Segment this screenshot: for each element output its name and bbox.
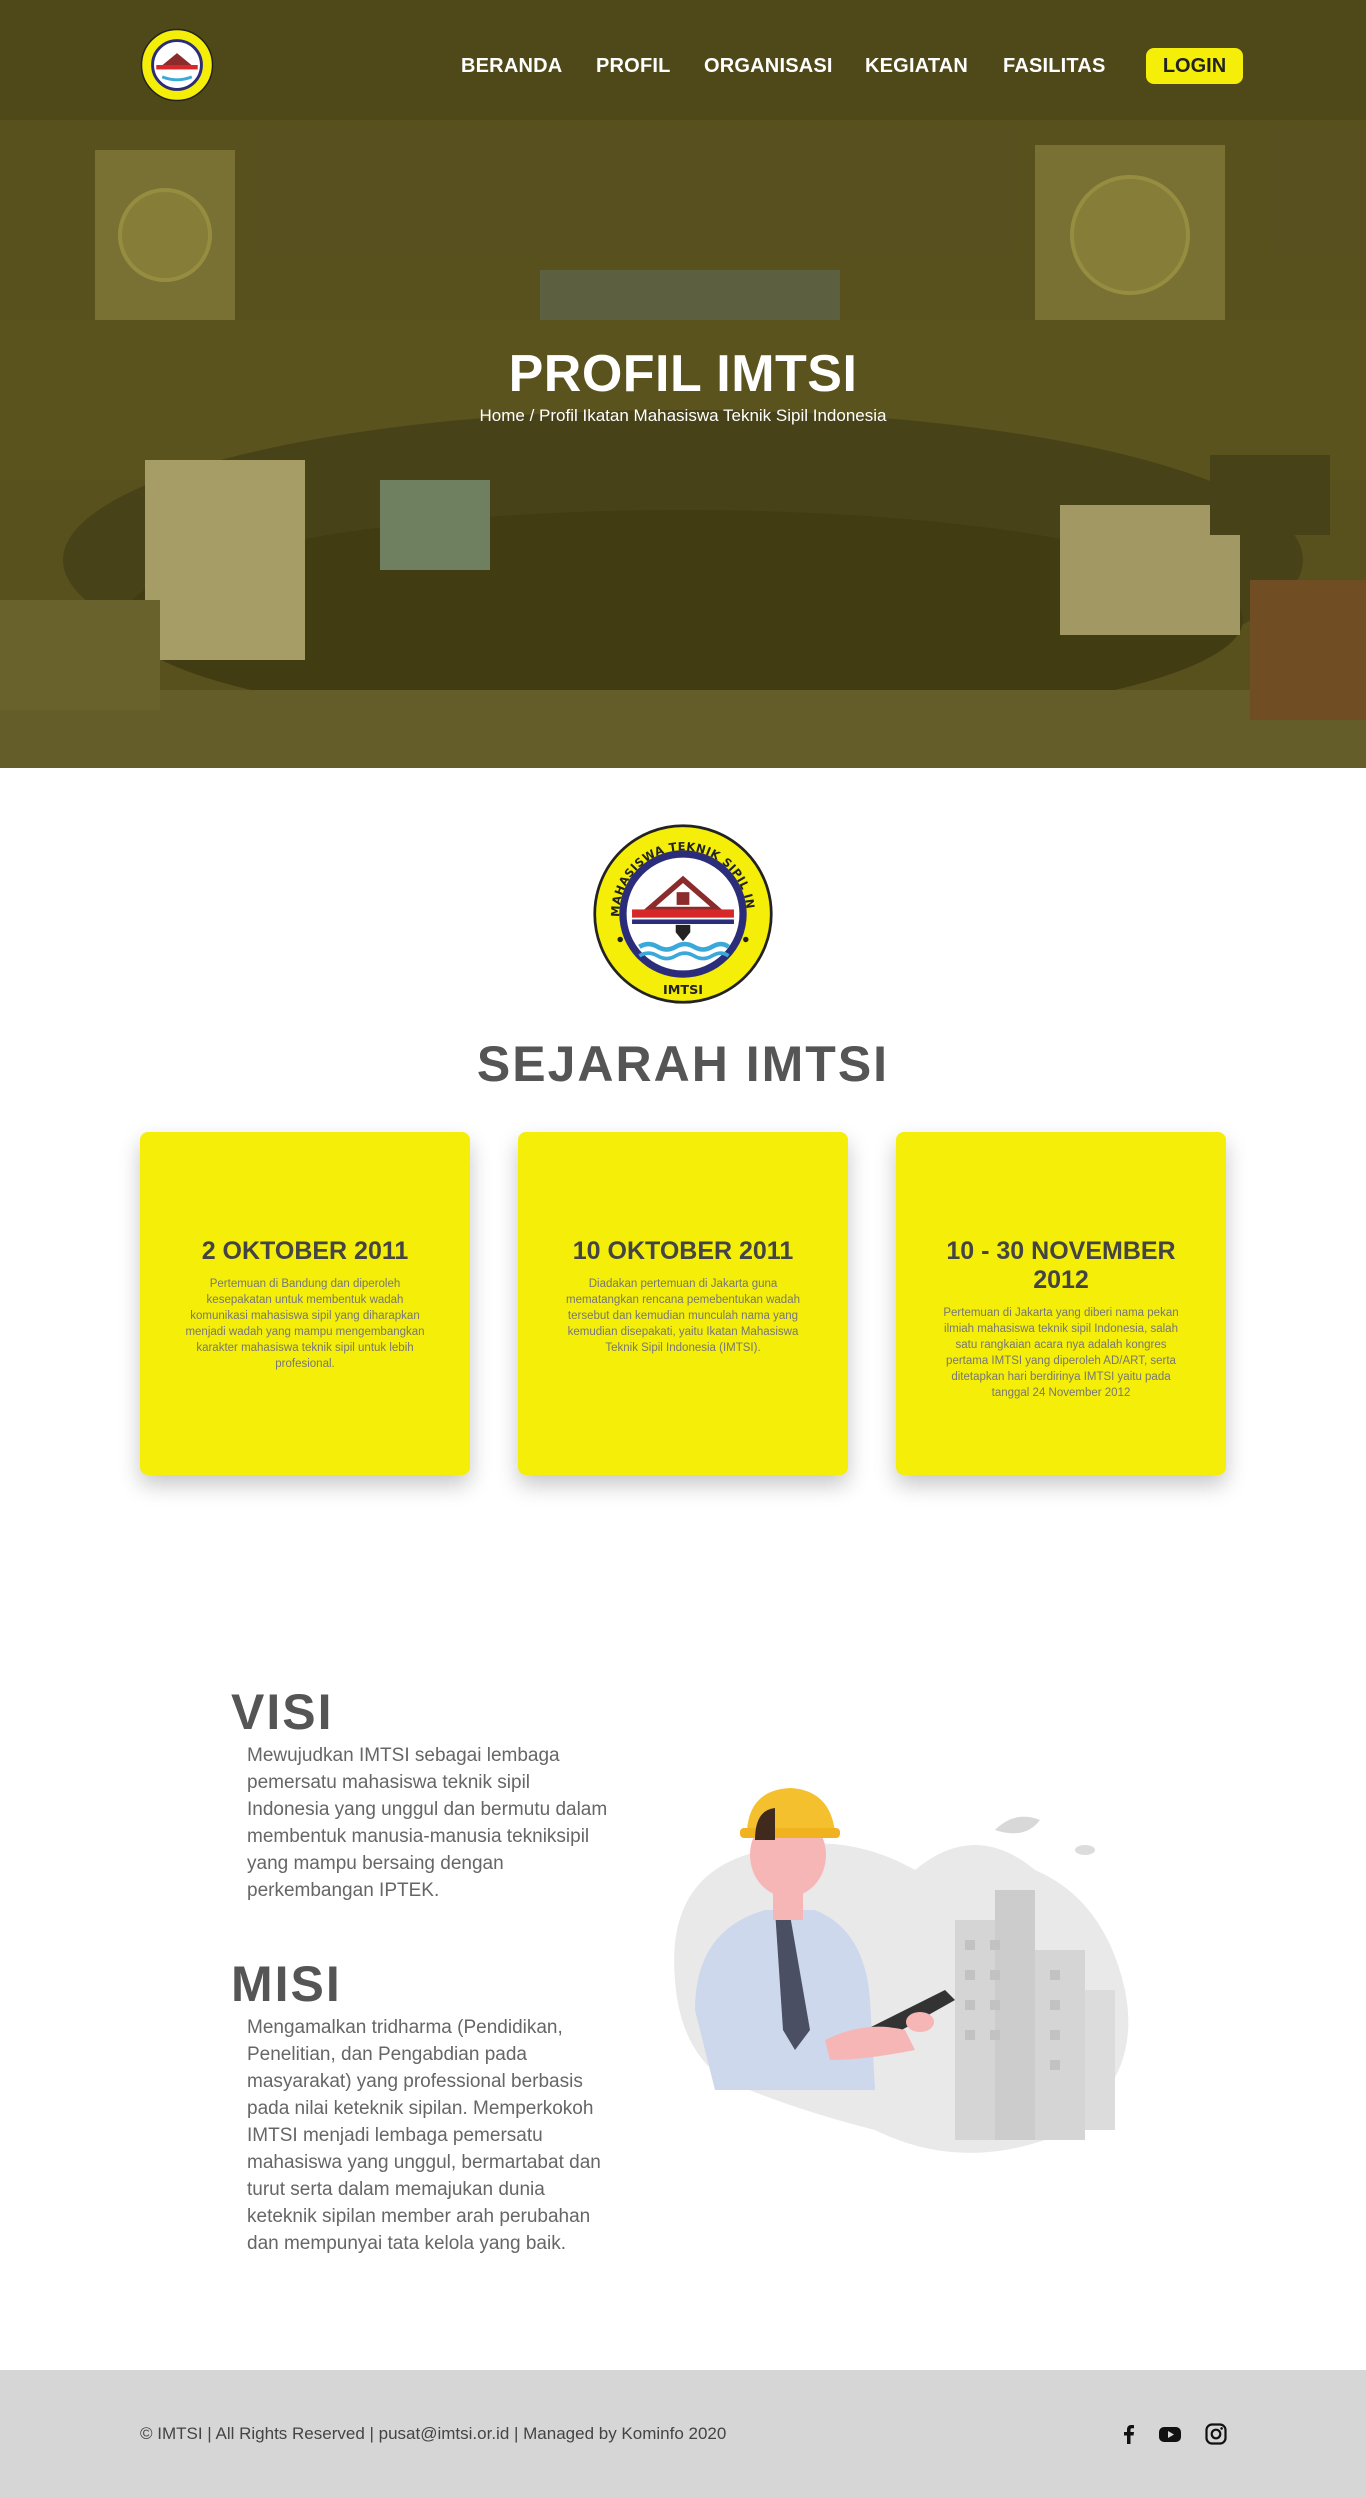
nav-organisasi[interactable]: ORGANISASI bbox=[704, 55, 833, 78]
visi-title: VISI bbox=[231, 1684, 334, 1740]
footer-copyright: © IMTSI | All Rights Reserved | pusat@im… bbox=[140, 2424, 727, 2443]
nav-profil[interactable]: PROFIL bbox=[596, 55, 671, 78]
instagram-icon[interactable] bbox=[1204, 2422, 1228, 2446]
facebook-icon[interactable] bbox=[1117, 2422, 1141, 2446]
sejarah-card: 2 OKTOBER 2011 Pertemuan di Bandung dan … bbox=[140, 1132, 470, 1475]
engineer-illustration bbox=[674, 1788, 1129, 2153]
breadcrumb[interactable]: Home / Profil Ikatan Mahasiswa Teknik Si… bbox=[0, 406, 1366, 426]
nav-kegiatan[interactable]: KEGIATAN bbox=[865, 55, 968, 78]
login-button[interactable]: LOGIN bbox=[1146, 48, 1243, 84]
footer: © IMTSI | All Rights Reserved | pusat@im… bbox=[0, 2370, 1366, 2498]
imtsi-logo[interactable] bbox=[140, 28, 214, 102]
sejarah-card-text: Diadakan pertemuan di Jakarta guna memat… bbox=[566, 1278, 800, 1354]
visi-text: Mewujudkan IMTSI sebagai lembaga pemersa… bbox=[247, 1745, 608, 1901]
misi-title: MISI bbox=[231, 1956, 342, 2012]
sejarah-card-date: 10 - 30 NOVEMBER 2012 bbox=[946, 1237, 1176, 1294]
page-title: PROFIL IMTSI bbox=[508, 345, 858, 403]
hero-banner: BERANDA PROFIL ORGANISASI KEGIATAN FASIL… bbox=[0, 0, 1366, 768]
nav-fasilitas[interactable]: FASILITAS bbox=[1003, 55, 1106, 78]
sejarah-card: 10 - 30 NOVEMBER 2012 Pertemuan di Jakar… bbox=[896, 1132, 1226, 1475]
sejarah-card-date: 2 OKTOBER 2011 bbox=[201, 1237, 409, 1265]
sejarah-card-text: Pertemuan di Jakarta yang diberi nama pe… bbox=[943, 1307, 1179, 1399]
misi-text: Mengamalkan tridharma (Pendidikan, Penel… bbox=[247, 2017, 601, 2254]
sejarah-card-date: 10 OKTOBER 2011 bbox=[572, 1237, 794, 1265]
sejarah-card: 10 OKTOBER 2011 Diadakan pertemuan di Ja… bbox=[518, 1132, 848, 1475]
sejarah-title: SEJARAH IMTSI bbox=[476, 1036, 890, 1092]
sejarah-card-text: Pertemuan di Bandung dan diperoleh kesep… bbox=[185, 1278, 425, 1370]
emblem-bottom-text: IMTSI bbox=[663, 983, 703, 998]
nav-beranda[interactable]: BERANDA bbox=[461, 55, 562, 78]
imtsi-emblem: IKATAN MAHASISWA TEKNIK SIPIL INDONESIA … bbox=[592, 823, 773, 1004]
youtube-icon[interactable] bbox=[1158, 2422, 1182, 2446]
